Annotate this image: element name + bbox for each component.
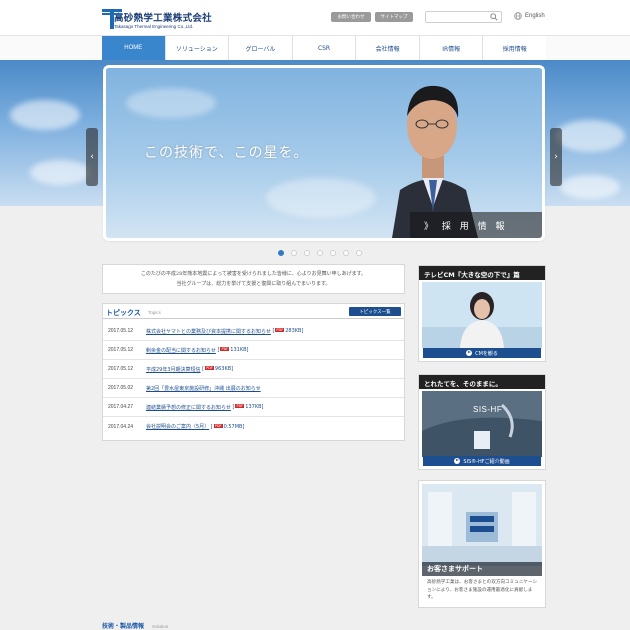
sis-banner-photo [422,391,542,457]
sis-video-label: SIS®-HFご紹介動画 [463,458,510,465]
pdf-icon: PDF [213,423,223,428]
topic-link[interactable]: 会社説明会のご案内（5月） [146,423,209,430]
pdf-icon: PDF [205,366,214,370]
slider-dot[interactable] [343,250,349,256]
earthquake-notice: このたびの平成28年熊本地震によって被害を受けられました皆様に、心よりお見舞い申… [102,264,405,294]
global-nav-bar: HOME ソリューション グローバル CSR 会社情報 IR情報 採用情報 [0,35,630,61]
language-label: English [525,13,545,19]
topic-date: 2017.05.12 [108,347,134,353]
list-item: 2017.05.12 剰余金の配当に関するお知らせ [PDF 131KB] [103,341,404,360]
search-icon[interactable] [490,13,498,21]
sis-hf-banner[interactable]: とれたてを、そのままに。 SIS-HF SIS®-HFご紹介動画 [418,374,546,470]
topics-title-en: Topics [148,310,161,315]
support-description: 高砂熱学工業は、お客さまとの双方向コミュニケーションにより、お客さま施設の運用最… [427,580,538,600]
list-item: 2017.04.24 会社説明会のご案内（5月） [PDF 0.57MB] [108,423,245,430]
topic-date: 2017.04.24 [108,423,134,430]
topic-link[interactable]: 剰余金の配当に関するお知らせ [146,347,216,354]
slider-prev-button[interactable]: ‹ [86,128,98,186]
nav-item-csr[interactable]: CSR [292,36,357,60]
support-banner-photo [422,484,542,566]
sis-product-name: SIS-HF [473,405,503,414]
tv-cm-banner[interactable]: テレビCM『大きな空の下で』篇 CMを観る [418,265,546,362]
notice-line-1: このたびの平成28年熊本地震によって被害を受けられました皆様に、心よりお見舞い申… [140,271,367,277]
search-box [425,11,502,23]
list-item: 2017.05.12 平成29年3月期決算短信 [PDF 963KB] [103,360,404,379]
language-switch[interactable]: English [514,12,545,20]
search-input[interactable] [426,12,488,22]
pdf-icon: PDF [275,328,285,332]
list-item: 2017.05.02 第2回「豊水屋東京施設研修」沖縄 出展のお知らせ [103,379,404,398]
company-name-en: Takasago Thermal Engineering Co.,Ltd. [113,23,194,29]
company-name-jp: 高砂熱学工業株式会社 [113,12,212,24]
nav-item-home[interactable]: HOME [102,36,166,60]
list-item: 2017.04.27 連結業績予想の修正に関するお知らせ [PDF 137KB] [103,398,404,417]
notice-line-2: 当社グループは、総力を挙げて支援と復興に取り組んでまいります。 [176,281,331,287]
pdf-icon: PDF [220,347,230,351]
slider-dot[interactable] [278,250,284,256]
topics-header: トピックス Topics トピックス一覧 [103,304,404,319]
company-logo[interactable]: 高砂熱学工業株式会社 Takasago Thermal Engineering … [102,8,212,30]
slider-dot[interactable] [356,250,362,256]
pdf-icon: PDF [235,404,245,408]
topics-list: 2017.05.12 株式会社ヤマトとの業務及び資本提携に関するお知らせ [PD… [103,322,404,436]
slider-dot[interactable] [291,250,297,256]
slider-dot[interactable] [317,250,323,256]
play-icon [466,350,473,356]
nav-item-global[interactable]: グローバル [229,36,293,60]
globe-icon [514,12,522,20]
hero-slide[interactable]: この技術で、この星を。 》 採 用 情 報 [106,68,542,238]
cm-watch-button[interactable]: CMを観る [423,348,541,358]
hero-copy: この技術で、この星を。 [144,145,309,161]
support-title: お客さまサポート [427,565,483,573]
cm-watch-label: CMを観る [475,350,498,357]
solution-title-en: Solution [152,624,169,629]
topic-link[interactable]: 平成29年3月期決算短信 [146,366,201,373]
recruit-banner-link[interactable]: 》 採 用 情 報 [410,212,542,238]
topic-link[interactable]: 第2回「豊水屋東京施設研修」沖縄 出展のお知らせ [146,385,261,392]
logo-mark-icon [102,9,122,29]
slider-next-button[interactable]: › [550,128,562,186]
cm-banner-title: テレビCM『大きな空の下で』篇 [424,271,520,279]
slider-dot[interactable] [304,250,310,256]
global-nav: HOME ソリューション グローバル CSR 会社情報 IR情報 採用情報 [102,36,547,60]
topics-panel: トピックス Topics トピックス一覧 2017.05.12 株式会社ヤマトと… [102,303,405,441]
topic-date: 2017.05.02 [108,385,134,391]
topic-link[interactable]: 株式会社ヤマトとの業務及び資本提携に関するお知らせ [146,328,271,335]
topic-date: 2017.05.12 [108,328,134,334]
topic-link[interactable]: 連結業績予想の修正に関するお知らせ [146,404,231,411]
sitemap-button[interactable]: サイトマップ [375,12,413,22]
site-header: 高砂熱学工業株式会社 Takasago Thermal Engineering … [0,0,630,35]
play-icon [454,458,461,464]
solution-section-heading: 技術・製品情報 Solution [102,621,168,630]
topic-date: 2017.05.12 [108,366,134,372]
topics-title: トピックス [106,309,141,317]
cm-banner-photo [422,282,542,348]
nav-item-recruit[interactable]: 採用情報 [483,36,547,60]
nav-item-ir[interactable]: IR情報 [419,36,484,60]
slider-dot[interactable] [330,250,336,256]
slider-pagination [278,250,362,256]
sis-banner-title: とれたてを、そのままに。 [424,380,502,388]
nav-item-company[interactable]: 会社情報 [356,36,420,60]
list-item: 2017.05.12 株式会社ヤマトとの業務及び資本提携に関するお知らせ [PD… [103,322,404,341]
topics-list-button[interactable]: トピックス一覧 [349,307,401,316]
topic-date: 2017.04.27 [108,404,134,410]
sis-video-button[interactable]: SIS®-HFご紹介動画 [423,456,541,466]
solution-title: 技術・製品情報 [102,623,145,630]
nav-item-solution[interactable]: ソリューション [165,36,230,60]
customer-support-banner[interactable]: お客さまサポート 高砂熱学工業は、お客さまとの双方向コミュニケーションにより、お… [418,480,546,608]
contact-button[interactable]: お問い合わせ [331,12,371,22]
